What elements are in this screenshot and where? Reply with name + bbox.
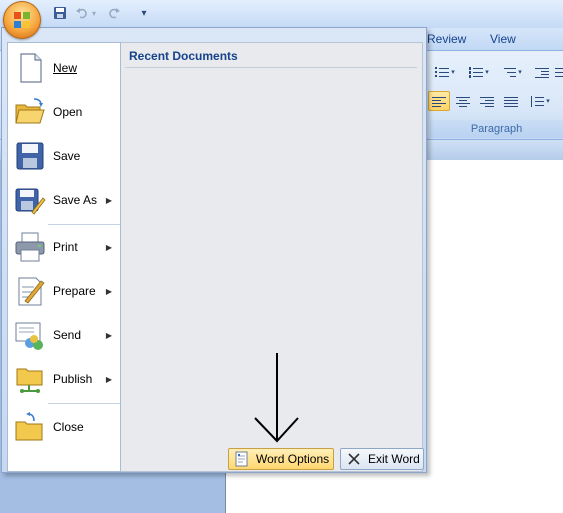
menu-item-label: Save <box>53 149 81 163</box>
multilevel-list-icon <box>502 67 517 78</box>
multilevel-list-button[interactable]: ▾ <box>498 62 526 82</box>
customize-qat-icon[interactable]: ▾ <box>136 5 152 21</box>
menu-separator <box>48 403 120 404</box>
submenu-arrow-icon: ▶ <box>105 242 112 252</box>
align-center-button[interactable] <box>452 91 474 111</box>
menu-item-label: Print <box>53 240 78 254</box>
dropdown-arrow-icon: ▾ <box>451 69 455 76</box>
close-folder-icon <box>15 412 43 441</box>
new-document-icon <box>20 53 42 83</box>
menu-item-label: New <box>53 61 78 75</box>
menu-item-label: Save As <box>53 193 98 207</box>
redo-icon[interactable] <box>106 5 122 21</box>
word-options-icon <box>235 451 248 467</box>
close-icon <box>348 453 360 465</box>
increase-indent-icon <box>554 67 563 78</box>
office-menu: New Open Save Save As ▶ Print ▶ Prepare … <box>1 27 427 473</box>
menu-item-label: Close <box>53 420 84 434</box>
tab-review[interactable]: Review <box>427 32 466 46</box>
numbering-icon <box>469 66 484 78</box>
down-arrow-icon <box>254 353 299 443</box>
prepare-icon <box>18 277 45 306</box>
decrease-indent-icon <box>535 67 549 78</box>
menu-item-label: Prepare <box>53 284 96 298</box>
save-icon[interactable] <box>52 5 68 21</box>
submenu-arrow-icon: ▶ <box>105 374 112 384</box>
undo-dropdown-icon[interactable]: ▾ <box>90 5 98 21</box>
menu-item-prepare[interactable]: Prepare ▶ <box>8 269 120 313</box>
send-icon <box>15 322 43 350</box>
office-button[interactable] <box>0 0 44 40</box>
recent-documents-title: Recent Documents <box>129 49 238 63</box>
menu-item-send[interactable]: Send ▶ <box>8 313 120 357</box>
align-right-button[interactable] <box>476 91 498 111</box>
submenu-arrow-icon: ▶ <box>105 330 112 340</box>
menu-item-label: Publish <box>53 372 93 386</box>
increase-indent-button[interactable] <box>554 62 563 82</box>
submenu-arrow-icon: ▶ <box>105 195 112 205</box>
numbering-button[interactable]: ▾ <box>464 62 494 82</box>
menu-item-label: Send <box>53 328 82 342</box>
dropdown-arrow-icon: ▾ <box>546 98 550 105</box>
justify-button[interactable] <box>500 91 522 111</box>
publish-icon <box>16 368 43 393</box>
submenu-arrow-icon: ▶ <box>105 286 112 296</box>
exit-word-label: Exit Word <box>368 452 420 466</box>
menu-item-open[interactable]: Open <box>8 90 120 134</box>
dropdown-arrow-icon: ▾ <box>485 69 489 76</box>
menu-item-publish[interactable]: Publish ▶ <box>8 357 120 401</box>
bullets-icon <box>435 66 450 78</box>
exit-word-button[interactable]: Exit Word <box>340 448 424 470</box>
open-folder-icon <box>15 98 45 124</box>
save-icon <box>16 142 44 170</box>
printer-icon <box>15 232 45 262</box>
line-spacing-button[interactable]: ▾ <box>526 91 554 111</box>
menu-item-label: Open <box>53 105 83 119</box>
align-left-button[interactable] <box>428 91 450 111</box>
paragraph-group-label: Paragraph <box>430 120 563 138</box>
save-as-icon <box>15 188 46 215</box>
align-right-icon <box>480 96 494 107</box>
align-left-icon <box>432 96 446 107</box>
word-options-button[interactable]: Word Options <box>228 448 334 470</box>
undo-icon[interactable] <box>74 5 90 21</box>
tab-view[interactable]: View <box>490 32 516 46</box>
dropdown-arrow-icon: ▾ <box>518 69 522 76</box>
word-options-label: Word Options <box>256 452 330 466</box>
bullets-button[interactable]: ▾ <box>430 62 460 82</box>
office-logo-icon <box>3 1 41 39</box>
office-menu-commands: New Open Save Save As ▶ Print ▶ Prepare … <box>7 42 121 472</box>
justify-icon <box>504 96 518 107</box>
menu-item-save-as[interactable]: Save As ▶ <box>8 178 120 222</box>
decrease-indent-button[interactable] <box>532 62 552 82</box>
align-center-icon <box>456 96 470 107</box>
menu-item-new[interactable]: New <box>8 46 120 90</box>
office-menu-footer: Word Options Exit Word <box>2 444 426 472</box>
title-bar: ▾ ▾ <box>0 0 563 28</box>
menu-item-print[interactable]: Print ▶ <box>8 225 120 269</box>
menu-item-close[interactable]: Close <box>8 405 120 449</box>
line-spacing-icon <box>530 95 545 107</box>
menu-item-save[interactable]: Save <box>8 134 120 178</box>
recent-divider <box>125 67 417 68</box>
